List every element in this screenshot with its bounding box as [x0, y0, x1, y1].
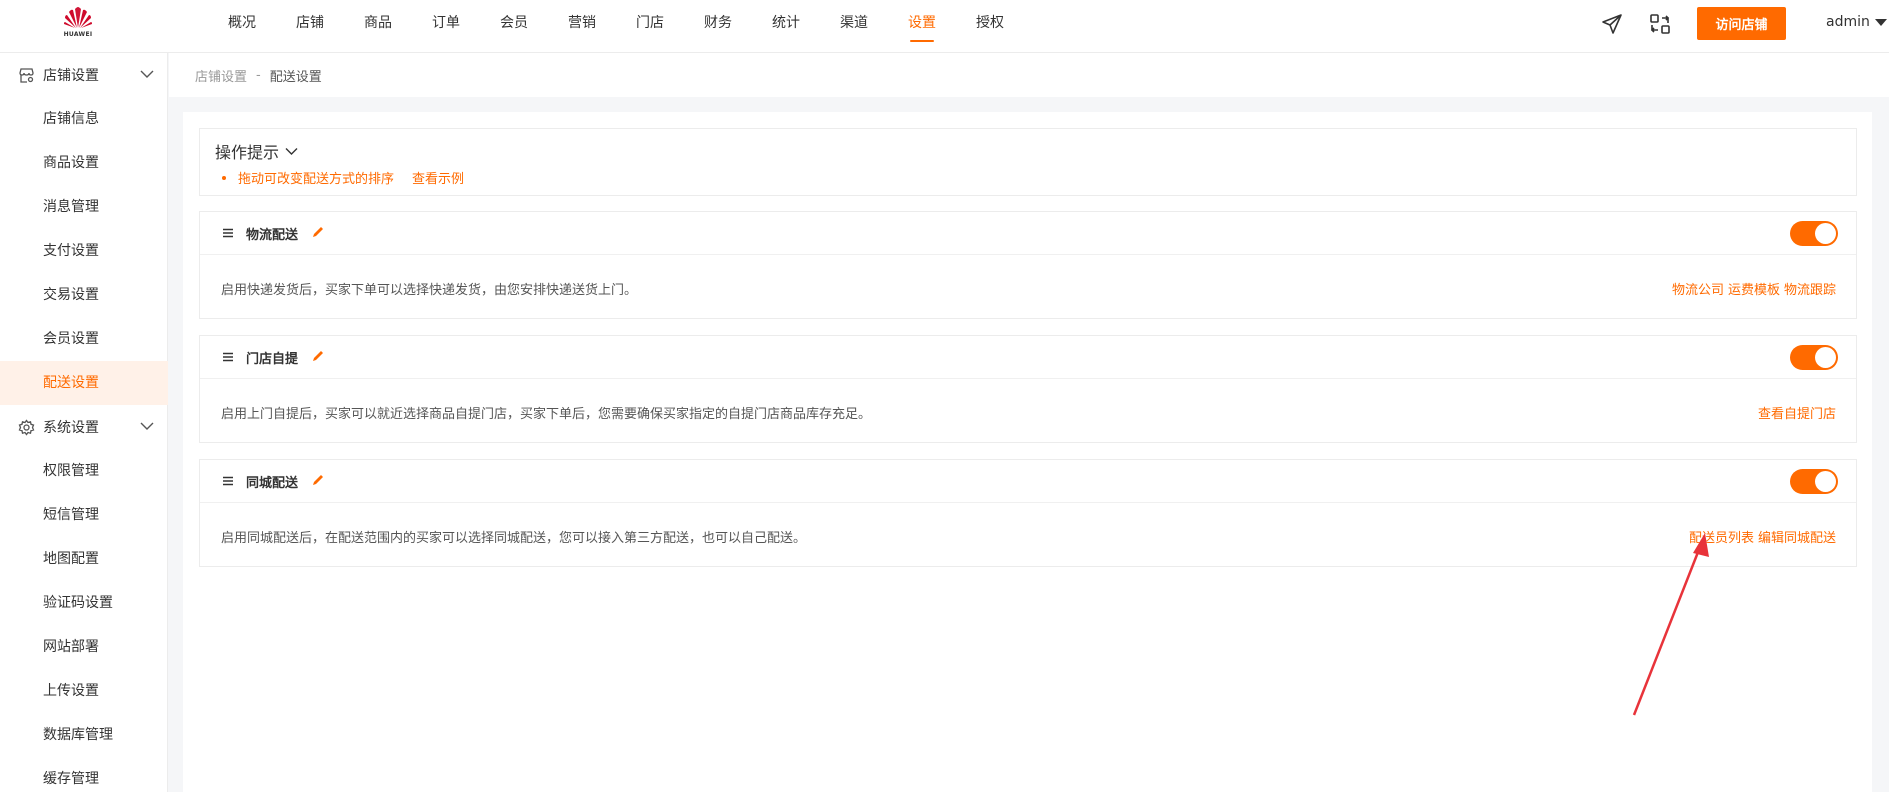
delivery-card-pickup: 门店自提 启用上门自提后，买家可以就近选择商品自提门店，买家下单后，您需要确保买… [199, 335, 1857, 443]
toggle-knob [1815, 471, 1836, 492]
user-name: admin [1826, 14, 1870, 30]
card-links: 查看自提门店 [1754, 403, 1836, 422]
nav-store[interactable]: 店铺 [276, 0, 344, 53]
card-description: 启用同城配送后，在配送范围内的买家可以选择同城配送，您可以接入第三方配送，也可以… [221, 531, 807, 546]
main-panel: 操作提示 拖动可改变配送方式的排序 查看示例 物流配送 启用快递发货后，买家下单… [183, 112, 1872, 792]
sidebar-item-messages[interactable]: 消息管理 [0, 185, 168, 229]
sidebar-item-member-settings[interactable]: 会员设置 [0, 317, 168, 361]
nav-channels[interactable]: 渠道 [820, 0, 888, 53]
drag-handle-icon[interactable] [222, 476, 234, 486]
logistics-company-link[interactable]: 物流公司 [1672, 279, 1724, 298]
operation-tips: 操作提示 拖动可改变配送方式的排序 查看示例 [199, 128, 1857, 196]
view-pickup-stores-link[interactable]: 查看自提门店 [1758, 403, 1836, 422]
card-links: 物流公司 运费模板 物流跟踪 [1668, 279, 1836, 298]
chevron-down-icon [140, 422, 154, 430]
toggle-knob [1815, 347, 1836, 368]
breadcrumb-parent[interactable]: 店铺设置 [195, 66, 247, 85]
nav-settings[interactable]: 设置 [888, 0, 956, 53]
card-header: 物流配送 [200, 212, 1856, 255]
logo-text: HUAWEI [63, 31, 93, 38]
card-links: 配送员列表 编辑同城配送 [1685, 527, 1836, 546]
sidebar-group-label: 系统设置 [43, 420, 99, 436]
chevron-down-icon [285, 147, 298, 155]
tips-text: 拖动可改变配送方式的排序 [238, 172, 395, 187]
nav-marketing[interactable]: 营销 [548, 0, 616, 53]
enable-toggle[interactable] [1790, 221, 1838, 246]
sidebar-item-permissions[interactable]: 权限管理 [0, 449, 168, 493]
sidebar-item-captcha[interactable]: 验证码设置 [0, 581, 168, 625]
nav-products[interactable]: 商品 [344, 0, 412, 53]
visit-store-button[interactable]: 访问店铺 [1697, 7, 1786, 40]
delivery-card-local: 同城配送 启用同城配送后，在配送范围内的买家可以选择同城配送，您可以接入第三方配… [199, 459, 1857, 567]
sidebar-group-label: 店铺设置 [43, 68, 99, 84]
card-description: 启用上门自提后，买家可以就近选择商品自提门店，买家下单后，您需要确保买家指定的自… [221, 407, 872, 422]
tips-toggle[interactable]: 操作提示 [215, 139, 298, 163]
sidebar-item-deployment[interactable]: 网站部署 [0, 625, 168, 669]
bullet-dot [222, 175, 226, 180]
edit-pencil-icon[interactable] [311, 225, 325, 239]
sidebar-group-store-settings[interactable]: 店铺设置 [0, 53, 168, 97]
card-title: 同城配送 [246, 476, 299, 491]
enable-toggle[interactable] [1790, 345, 1838, 370]
sidebar-item-database[interactable]: 数据库管理 [0, 713, 168, 757]
sidebar-group-system-settings[interactable]: 系统设置 [0, 405, 168, 449]
sidebar-item-map-config[interactable]: 地图配置 [0, 537, 168, 581]
send-icon[interactable] [1601, 13, 1623, 35]
sidebar-item-sms[interactable]: 短信管理 [0, 493, 168, 537]
courier-list-link[interactable]: 配送员列表 [1689, 527, 1754, 546]
sidebar-item-delivery-settings[interactable]: 配送设置 [0, 361, 168, 405]
store-icon [19, 68, 34, 83]
enable-toggle[interactable] [1790, 469, 1838, 494]
sidebar-item-trade[interactable]: 交易设置 [0, 273, 168, 317]
shipping-template-link[interactable]: 运费模板 [1728, 279, 1780, 298]
logistics-tracking-link[interactable]: 物流跟踪 [1784, 279, 1836, 298]
card-header: 门店自提 [200, 336, 1856, 379]
top-bar: HUAWEI 概况 店铺 商品 订单 会员 营销 门店 财务 统计 渠道 设置 … [0, 0, 1889, 53]
sidebar: 店铺设置 店铺信息 商品设置 消息管理 支付设置 交易设置 会员设置 配送设置 … [0, 53, 168, 792]
tips-title: 操作提示 [215, 143, 280, 162]
caret-down-icon [1874, 18, 1887, 26]
edit-local-delivery-link[interactable]: 编辑同城配送 [1758, 527, 1836, 546]
nav-finance[interactable]: 财务 [684, 0, 752, 53]
sidebar-item-product-settings[interactable]: 商品设置 [0, 141, 168, 185]
card-title: 物流配送 [246, 228, 299, 243]
nav-outlets[interactable]: 门店 [616, 0, 684, 53]
huawei-flower-icon [64, 7, 92, 28]
edit-pencil-icon[interactable] [311, 349, 325, 363]
card-header: 同城配送 [200, 460, 1856, 503]
sidebar-item-payment[interactable]: 支付设置 [0, 229, 168, 273]
chevron-down-icon [140, 70, 154, 78]
nav-statistics[interactable]: 统计 [752, 0, 820, 53]
toggle-knob [1815, 223, 1836, 244]
gear-icon [18, 419, 35, 436]
card-title: 门店自提 [246, 352, 299, 367]
sidebar-item-upload[interactable]: 上传设置 [0, 669, 168, 713]
edit-pencil-icon[interactable] [311, 473, 325, 487]
nav-members[interactable]: 会员 [480, 0, 548, 53]
nav-overview[interactable]: 概况 [208, 0, 276, 53]
tips-item: 拖动可改变配送方式的排序 查看示例 [222, 168, 464, 187]
nav-authorization[interactable]: 授权 [956, 0, 1024, 53]
sidebar-item-store-info[interactable]: 店铺信息 [0, 97, 168, 141]
card-description: 启用快递发货后，买家下单可以选择快递发货，由您安排快递送货上门。 [221, 283, 638, 298]
main-nav: 概况 店铺 商品 订单 会员 营销 门店 财务 统计 渠道 设置 授权 [208, 0, 1024, 53]
drag-handle-icon[interactable] [222, 352, 234, 362]
breadcrumb: 店铺设置 - 配送设置 [169, 53, 1889, 97]
breadcrumb-separator: - [256, 67, 261, 83]
sidebar-item-cache[interactable]: 缓存管理 [0, 757, 168, 792]
user-menu[interactable]: admin [1826, 14, 1887, 30]
switch-screen-icon[interactable] [1649, 13, 1671, 35]
huawei-logo[interactable]: HUAWEI [58, 6, 98, 46]
delivery-card-express: 物流配送 启用快递发货后，买家下单可以选择快递发货，由您安排快递送货上门。 物流… [199, 211, 1857, 319]
breadcrumb-current: 配送设置 [269, 69, 322, 85]
view-example-link[interactable]: 查看示例 [412, 168, 464, 187]
drag-handle-icon[interactable] [222, 228, 234, 238]
nav-orders[interactable]: 订单 [412, 0, 480, 53]
